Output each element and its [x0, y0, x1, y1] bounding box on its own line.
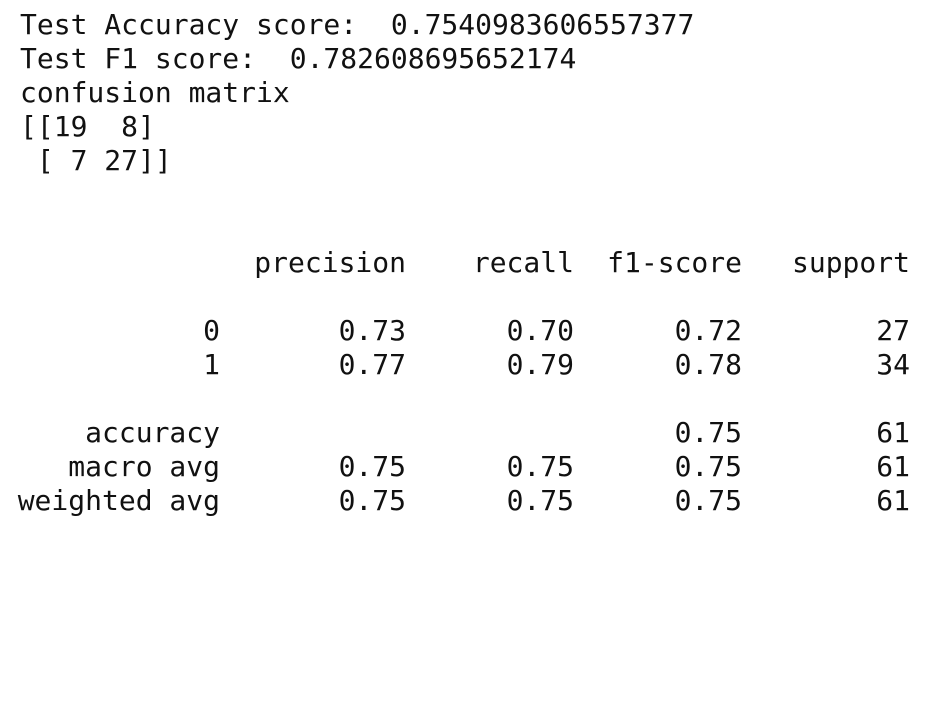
- report-row-class-0: 0 0.73 0.70 0.72 27: [20, 314, 912, 348]
- support-value: 61: [876, 416, 910, 449]
- report-row-class-1: 1 0.77 0.79 0.78 34: [20, 348, 912, 382]
- report-spacer: [20, 280, 912, 314]
- row-label: macro avg: [68, 450, 220, 483]
- support-value: 34: [876, 348, 910, 381]
- row-label: 1: [203, 348, 220, 381]
- support-value: 61: [876, 484, 910, 517]
- test-f1-line: Test F1 score: 0.782608695652174: [20, 42, 577, 75]
- precision-value: 0.75: [338, 450, 406, 483]
- row-label: 0: [203, 314, 220, 347]
- report-row-accuracy: accuracy 0.75 61: [20, 416, 912, 450]
- support-value: 27: [876, 314, 910, 347]
- recall-value: 0.75: [506, 484, 574, 517]
- support-header: support: [791, 246, 910, 279]
- test-accuracy-line: Test Accuracy score: 0.7540983606557377: [20, 8, 695, 41]
- precision-value: 0.73: [338, 314, 406, 347]
- f1-value: 0.72: [674, 314, 742, 347]
- report-spacer: [20, 382, 912, 416]
- row-label: accuracy: [85, 416, 220, 449]
- recall-value: 0.79: [506, 348, 574, 381]
- report-row-weighted-avg: weighted avg 0.75 0.75 0.75 61: [17, 484, 912, 518]
- console-output: Test Accuracy score: 0.7540983606557377 …: [20, 8, 912, 178]
- support-value: 61: [876, 450, 910, 483]
- report-header-row: precision recall f1-score support: [20, 246, 912, 280]
- precision-value: 0.77: [338, 348, 406, 381]
- confusion-matrix-row-1: [[19 8]: [20, 110, 155, 143]
- classification-report: precision recall f1-score support 0 0.73…: [17, 246, 912, 518]
- confusion-matrix-title: confusion matrix: [20, 76, 290, 109]
- precision-header: precision: [254, 246, 406, 279]
- recall-value: 0.75: [506, 450, 574, 483]
- f1-value: 0.75: [674, 450, 742, 483]
- report-row-macro-avg: macro avg 0.75 0.75 0.75 61: [20, 450, 912, 484]
- confusion-matrix-row-2: [ 7 27]]: [20, 144, 172, 177]
- recall-value: 0.70: [506, 314, 574, 347]
- precision-value: 0.75: [338, 484, 406, 517]
- recall-header: recall: [472, 246, 574, 279]
- row-label: weighted avg: [17, 484, 220, 517]
- f1-score-header: f1-score: [607, 246, 742, 279]
- f1-value: 0.75: [674, 416, 742, 449]
- f1-value: 0.75: [674, 484, 742, 517]
- f1-value: 0.78: [674, 348, 742, 381]
